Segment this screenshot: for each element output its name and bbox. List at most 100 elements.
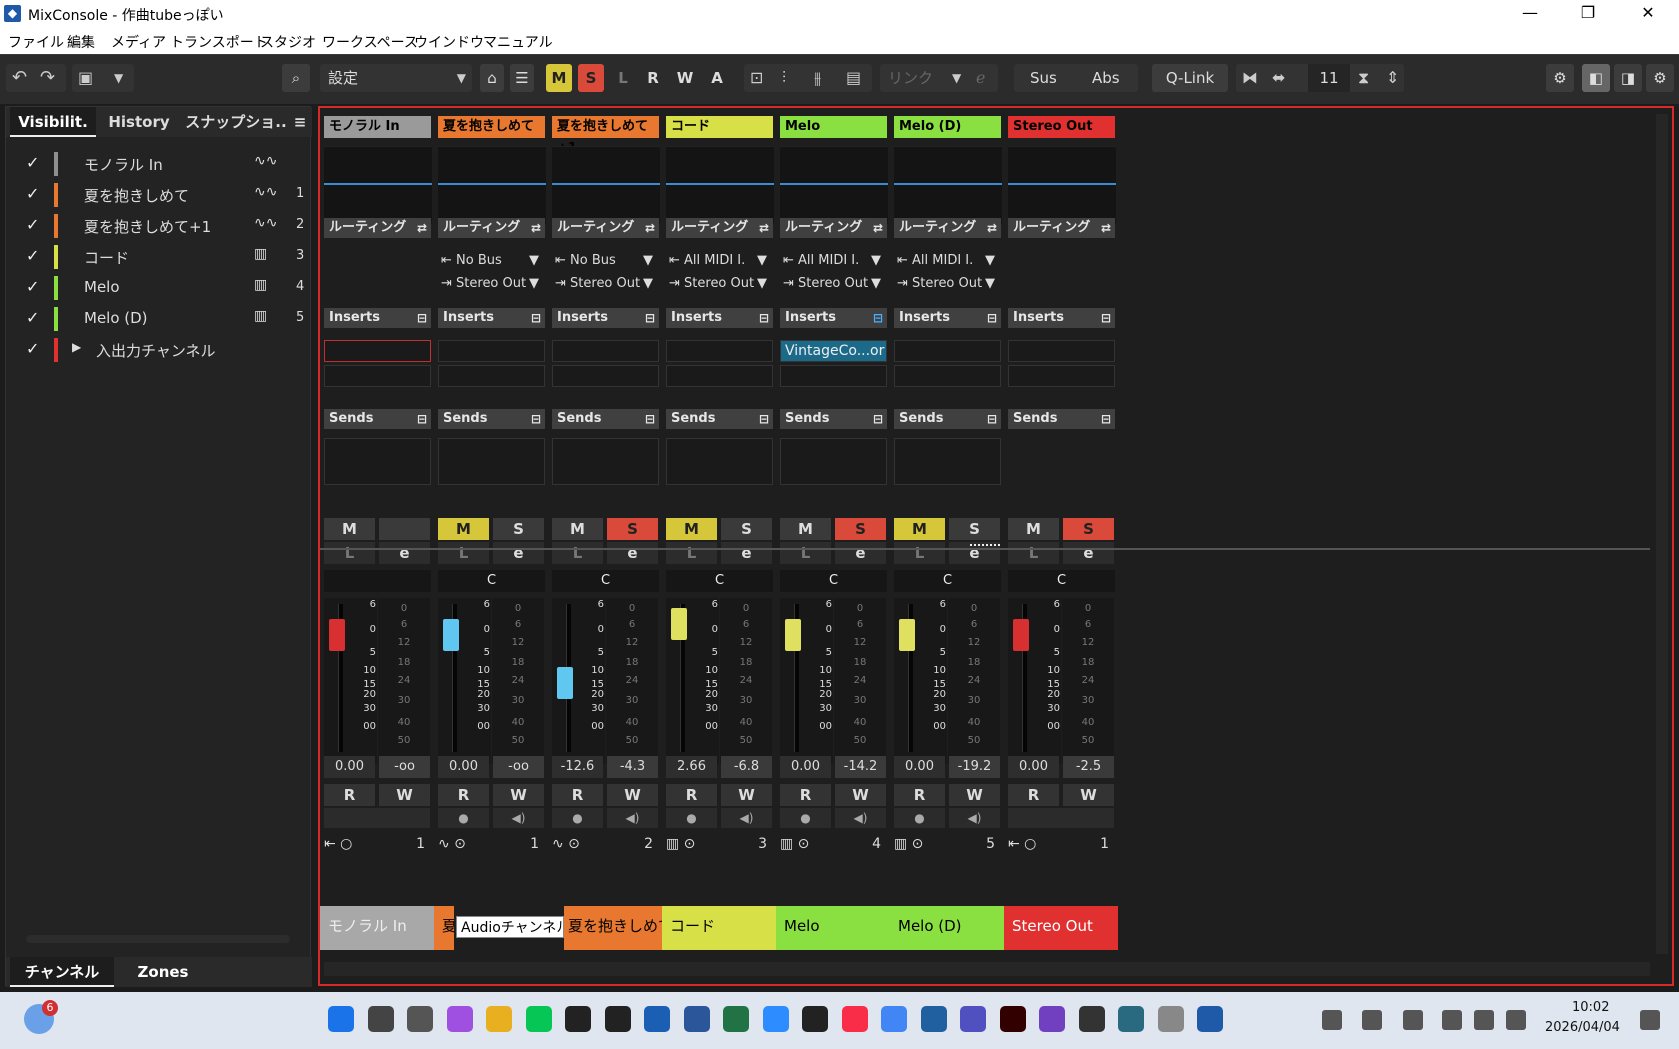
sends-header[interactable]: Sends ⊟ — [780, 409, 887, 429]
volume-fader[interactable]: 6 0 5 10 15 20 30 00 — [324, 598, 377, 764]
insert-slot[interactable] — [324, 340, 431, 362]
input-routing-select[interactable]: ⇤ All MIDI I. ▼ — [669, 250, 771, 271]
preset-select[interactable]: 設定 ▼ — [320, 64, 472, 92]
insert-slot[interactable] — [894, 340, 1001, 362]
edit-button[interactable]: e — [721, 542, 772, 564]
write-button[interactable]: W — [949, 784, 1000, 806]
input-routing-select[interactable]: ⇤ All MIDI I. ▼ — [897, 250, 999, 271]
channel-header[interactable]: コード — [666, 116, 773, 138]
solo-button[interactable]: S — [493, 518, 544, 540]
listen-button[interactable]: L — [324, 542, 375, 564]
inserts-header[interactable]: Inserts ⊟ — [780, 308, 887, 328]
explorer-icon[interactable] — [486, 1006, 512, 1032]
pan-control[interactable]: C — [666, 570, 773, 592]
abs-button[interactable]: Abs — [1092, 64, 1120, 92]
power-icon[interactable]: ⊟ — [531, 308, 541, 328]
peak-value[interactable]: -14.2 — [835, 756, 886, 778]
visibility-row[interactable]: ✓ コード ▥ 3 — [6, 242, 312, 273]
monitor-icon[interactable]: ▤ — [846, 64, 861, 92]
app2-icon[interactable] — [960, 1006, 986, 1032]
edit-button[interactable]: e — [379, 542, 430, 564]
power-icon[interactable]: ⊟ — [417, 308, 427, 328]
input-routing-select[interactable]: ⇤ No Bus ▼ — [555, 250, 657, 271]
battery-icon[interactable] — [1506, 1010, 1526, 1030]
check-icon[interactable]: ✓ — [26, 277, 39, 296]
menu-transport[interactable]: トランスポート — [170, 32, 268, 52]
menu-file[interactable]: ファイル — [8, 32, 64, 52]
routing-header[interactable]: ルーティング ⇄ — [666, 218, 773, 238]
app6-icon[interactable] — [1157, 1006, 1184, 1032]
mute-button[interactable]: M — [1008, 518, 1059, 540]
write-button[interactable]: W — [493, 784, 544, 806]
power-icon[interactable]: ⊟ — [873, 308, 883, 328]
music-icon[interactable] — [841, 1006, 868, 1032]
insert-slot[interactable] — [552, 340, 659, 362]
notification-icon[interactable] — [1640, 1010, 1660, 1030]
power-icon[interactable]: ⊟ — [1101, 308, 1111, 328]
power-icon[interactable]: ⊟ — [417, 409, 427, 429]
send-slot[interactable] — [552, 438, 659, 485]
insert-slot[interactable] — [324, 365, 431, 387]
output-routing-select[interactable]: ⇥ Stereo Out ▼ — [441, 273, 543, 294]
home-icon[interactable]: ⌂ — [480, 64, 504, 92]
volume-fader[interactable]: 6 0 5 10 15 20 30 00 — [894, 598, 947, 764]
tab-zones[interactable]: Zones — [118, 957, 208, 987]
camera-icon[interactable]: ▣ — [78, 64, 93, 92]
peak-value[interactable]: -oo — [379, 756, 430, 778]
read-button[interactable]: R — [438, 784, 489, 806]
settings-zone-icon[interactable]: ⚙ — [1646, 64, 1674, 92]
menu-media[interactable]: メディア — [111, 32, 166, 52]
onedrive-icon[interactable] — [1362, 1010, 1382, 1030]
start-icon[interactable] — [328, 1006, 354, 1032]
inserts-header[interactable]: Inserts ⊟ — [894, 308, 1001, 328]
xm-icon[interactable] — [565, 1006, 591, 1032]
gear-icon[interactable]: ⚙ — [1546, 64, 1574, 92]
pan-control[interactable]: C — [894, 570, 1001, 592]
listen-button[interactable]: L — [438, 542, 489, 564]
pan-control[interactable]: C — [1008, 570, 1115, 592]
record-icon[interactable]: ● — [438, 808, 489, 828]
excel-icon[interactable] — [723, 1006, 749, 1032]
sends-header[interactable]: Sends ⊟ — [324, 409, 431, 429]
check-icon[interactable]: ✓ — [26, 308, 39, 327]
maximize-button[interactable]: ❐ — [1568, 3, 1608, 22]
global-read-button[interactable]: R — [640, 64, 666, 92]
fader-value[interactable]: 0.00 — [894, 756, 945, 778]
edit-button[interactable]: e — [607, 542, 658, 564]
chevron-down-icon[interactable]: ▼ — [114, 64, 123, 92]
channel-header[interactable]: Melo — [780, 116, 887, 138]
record-icon[interactable]: ● — [666, 808, 717, 828]
routing-header[interactable]: ルーティング ⇄ — [1008, 218, 1115, 238]
power-icon[interactable]: ⊟ — [759, 308, 769, 328]
power-icon[interactable]: ⊟ — [987, 308, 997, 328]
visibility-row[interactable]: ✓ 夏を抱きしめて ∿∿ 1 — [6, 180, 312, 211]
fader-cap[interactable] — [671, 607, 687, 640]
sends-header[interactable]: Sends ⊟ — [438, 409, 545, 429]
fader-cap[interactable] — [443, 619, 459, 651]
right-zone-icon[interactable]: ◨ — [1614, 64, 1642, 92]
updown-icon[interactable]: ⇕ — [1386, 64, 1399, 92]
send-slot[interactable] — [324, 438, 431, 485]
check-icon[interactable]: ✓ — [26, 153, 39, 172]
sends-header[interactable]: Sends ⊟ — [552, 409, 659, 429]
menu-manual[interactable]: マニュアル — [483, 32, 553, 52]
search-icon[interactable] — [367, 1006, 394, 1032]
menu-workspace[interactable]: ワークスペース — [322, 32, 418, 52]
cubase-icon[interactable] — [1197, 1006, 1223, 1032]
insert-slot[interactable] — [666, 365, 773, 387]
output-routing-select[interactable]: ⇥ Stereo Out ▼ — [555, 273, 657, 294]
listen-button[interactable]: L — [780, 542, 831, 564]
check-icon[interactable]: ✓ — [26, 215, 39, 234]
routing-header[interactable]: ルーティング ⇄ — [438, 218, 545, 238]
clock-date[interactable]: 2026/04/04 — [1545, 1020, 1620, 1035]
check-icon[interactable]: ✓ — [26, 339, 39, 358]
monitor-speaker-icon[interactable]: ◀) — [835, 808, 886, 828]
word-icon[interactable] — [683, 1006, 710, 1032]
fader-cap[interactable] — [329, 619, 345, 651]
listen-button[interactable]: L — [894, 542, 945, 564]
fader-cap[interactable] — [557, 667, 573, 700]
left-zone-icon[interactable]: ◧ — [1582, 64, 1610, 92]
write-button[interactable]: W — [835, 784, 886, 806]
channel-header[interactable]: Stereo Out — [1008, 116, 1115, 138]
fader-value[interactable]: 2.66 — [666, 756, 717, 778]
